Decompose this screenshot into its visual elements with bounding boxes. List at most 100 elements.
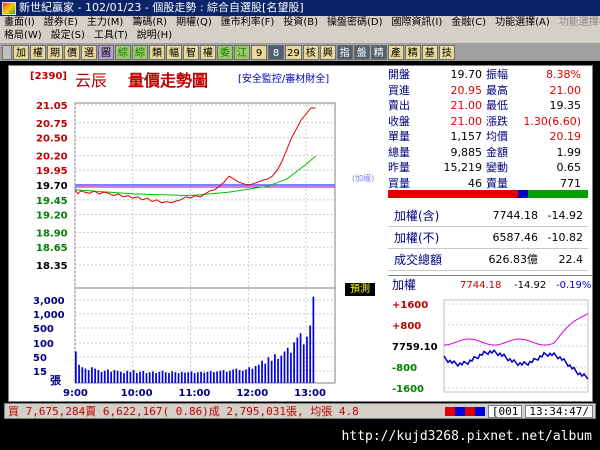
volume-bar [184,372,186,383]
volume-bar [142,370,145,383]
quote-value: 9,885 [450,145,483,159]
volume-tick-label: 15 [33,367,47,378]
mini-tick-label: 7759.10 [392,342,438,353]
toolbar-button[interactable]: 江 [234,44,250,60]
volume-bar [123,373,125,383]
toolbar-button[interactable]: 圖 [98,44,114,60]
toolbar-button[interactable]: 智 [183,44,199,60]
menu-item[interactable]: 證券(E) [44,16,78,29]
volume-bar [193,373,196,383]
toolbar-button[interactable]: 加 [13,44,29,60]
toolbar-button[interactable]: 權 [30,44,46,60]
volume-bar [302,344,305,383]
index-label: 成交總額 [394,253,443,267]
toolbar-button[interactable]: 類 [149,44,165,60]
toolbar-button[interactable]: 基 [421,44,438,60]
volume-bar [75,351,77,383]
quote-row: 買量 46 賣量 771 [388,176,588,192]
index-row: 加權(不) 6587.46 -10.82 [388,227,588,249]
quote-row: 單量 1,157 均價 20.19 [388,129,588,145]
volume-bar [103,370,106,383]
menu-item[interactable]: 投資(B) [283,16,318,29]
quote-value: 8.38% [546,68,581,81]
mini-index-chart[interactable]: 加權 7744.18 -14.92 -0.19% +1600 +800 7759.10 -80… [388,276,592,400]
toolbar-button[interactable]: 29 [285,44,302,60]
volume-bar [312,296,315,383]
toolbar-button[interactable]: 價 [64,44,80,60]
volume-bar [145,373,148,383]
quote-label: 賣出 [388,99,410,112]
menu-item[interactable]: 設定(S) [51,29,85,42]
volume-bar [87,370,90,383]
menu-item[interactable]: 功能選擇(A) [495,16,550,29]
menu-item[interactable]: 國際資訊(I) [392,16,443,29]
title-bar[interactable]: 新世紀贏家 - 102/01/23 - 個股走勢 : 綜合自選股[名望股] [0,0,600,16]
volume-bar [155,373,157,383]
status-code-box[interactable]: [001 [487,405,523,418]
mini-chart-label: 加權 [392,278,416,292]
toolbar-button[interactable]: 權 [200,44,216,60]
menu-item[interactable]: 操盤密碼(D) [327,16,383,29]
time-tick-label: 10:00 [121,388,153,399]
menu-item[interactable]: 主力(M) [87,16,123,29]
menu-item[interactable]: 籌碼(R) [132,16,167,29]
volume-tick-label: 50 [33,353,47,364]
menu-item[interactable]: 匯市利率(F) [221,16,275,29]
index-value: 626.83億 [488,253,539,266]
toolbar-button[interactable]: 興 [319,44,336,60]
status-color-strip [444,407,485,416]
volume-bar [248,367,251,383]
menu-item[interactable]: 金融(C) [451,16,486,29]
price-tick-label: 18.35 [36,261,68,272]
quote-label: 漲跌 [486,114,508,128]
status-bar: 買 7,675,284賣 6,622,167( 0.86)成 2,795,031… [4,403,596,419]
toolbar-button[interactable]: 指 [336,44,353,60]
menu-item[interactable]: 工具(T) [94,29,128,42]
volume-bar [267,357,270,383]
toolbar-button[interactable]: 綜 [115,44,131,60]
toolbar-button[interactable]: 選 [81,44,97,60]
menu-item[interactable]: 說明(H) [137,29,172,42]
toolbar-button[interactable]: 精 [370,44,387,60]
volume-bar [164,372,167,383]
volume-bar [171,371,174,383]
volume-bar [296,337,299,383]
quote-value: 0.65 [556,161,582,174]
toolbar-button[interactable]: 產 [387,44,404,60]
volume-bar [107,369,109,383]
index-value: 6587.46 [492,231,539,244]
toolbar-button[interactable]: 9 [251,44,267,60]
volume-bar [238,370,241,383]
toolbar-button[interactable]: 綜 [132,44,148,60]
chart-title: 量價走勢圖 [128,71,209,90]
toolbar-button[interactable]: 盤 [353,44,370,60]
volume-bar [209,371,212,383]
price-tick-label: 20.20 [36,151,68,162]
quote-label: 買進 [388,83,410,97]
toolbar-button[interactable]: 技 [438,44,455,60]
menu-item[interactable]: 格局(W) [4,29,42,42]
toolbar-handle[interactable] [2,44,12,60]
toolbar-button[interactable]: 精 [404,44,421,60]
menu-item[interactable]: 期權(Q) [176,16,212,29]
volume-bar [158,371,161,383]
menu-item[interactable]: 畫面(I) [4,16,35,29]
quote-value: 19.35 [549,99,582,112]
volume-bar [251,368,254,383]
toolbar-button[interactable]: 期 [47,44,63,60]
price-tick-label: 19.95 [36,166,68,177]
toolbar-button[interactable]: 幅 [166,44,182,60]
toolbar-button[interactable]: 委 [217,44,233,60]
toolbar-button[interactable]: 8 [268,44,284,60]
volume-bar [306,336,308,383]
mini-chart-pct: -0.19% [556,280,591,291]
chart-subtitle[interactable]: [安全監控/審材財全] [238,70,329,85]
quote-label: 最高 [486,83,508,97]
toolbar-button[interactable]: 核 [302,44,319,60]
quote-label: 開盤 [388,68,410,81]
index-change: -10.82 [547,231,583,244]
volume-bar [264,363,267,383]
time-tick-label: 11:00 [179,388,211,399]
forecast-button[interactable]: 預測 [345,283,375,296]
volume-bar [274,354,276,383]
